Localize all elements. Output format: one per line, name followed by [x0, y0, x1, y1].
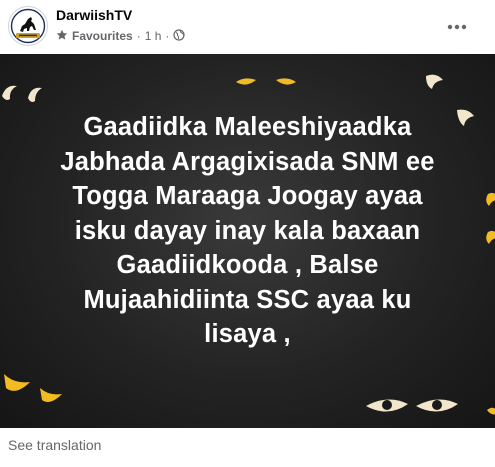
page-avatar[interactable]	[8, 6, 48, 46]
star-icon	[56, 29, 68, 44]
post-text-line: Togga Maraaga Joogay ayaa	[72, 182, 423, 210]
post-text-line: Gaadiidkooda , Balse	[116, 251, 379, 279]
post-text-line: lisaya ,	[204, 320, 291, 348]
post-text-line: Gaadiidka Maleeshiyaadka	[83, 113, 412, 141]
post-image[interactable]: Gaadiidka Maleeshiyaadka Jabhada Argagix…	[0, 54, 495, 428]
post-image-text: Gaadiidka Maleeshiyaadka Jabhada Argagix…	[20, 110, 475, 352]
post-text-line: isku dayay inay kala baxaan	[74, 216, 421, 245]
see-translation-link[interactable]: See translation	[8, 437, 101, 453]
audience-label[interactable]: Favourites	[72, 29, 133, 43]
meta-separator-2: ·	[165, 29, 170, 43]
post-text-line: Mujaahidiinta SSC ayaa ku	[83, 285, 412, 314]
post-menu-button[interactable]	[439, 8, 475, 44]
post-header: DarwiishTV Favourites · 1 h ·	[0, 0, 495, 54]
globe-icon[interactable]	[173, 28, 185, 44]
post-text-line: Jabhada Argagixisada SNM ee	[60, 147, 435, 176]
darwiish-logo	[10, 8, 46, 44]
post-time[interactable]: 1 h	[145, 29, 162, 43]
meta-separator: ·	[136, 29, 141, 43]
page-name[interactable]: DarwiishTV	[56, 7, 132, 23]
post-meta: Favourites · 1 h ·	[56, 28, 185, 44]
more-horizontal-icon	[447, 17, 467, 35]
